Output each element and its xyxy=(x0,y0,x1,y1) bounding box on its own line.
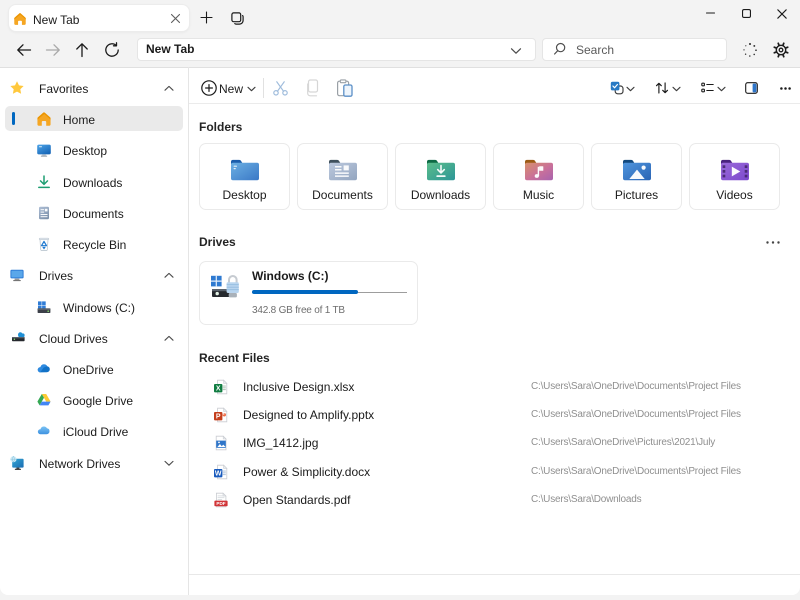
svg-text:P: P xyxy=(216,414,221,421)
svg-text:W: W xyxy=(215,471,222,478)
svg-text:X: X xyxy=(216,386,221,393)
svg-text:PDF: PDF xyxy=(216,501,225,506)
